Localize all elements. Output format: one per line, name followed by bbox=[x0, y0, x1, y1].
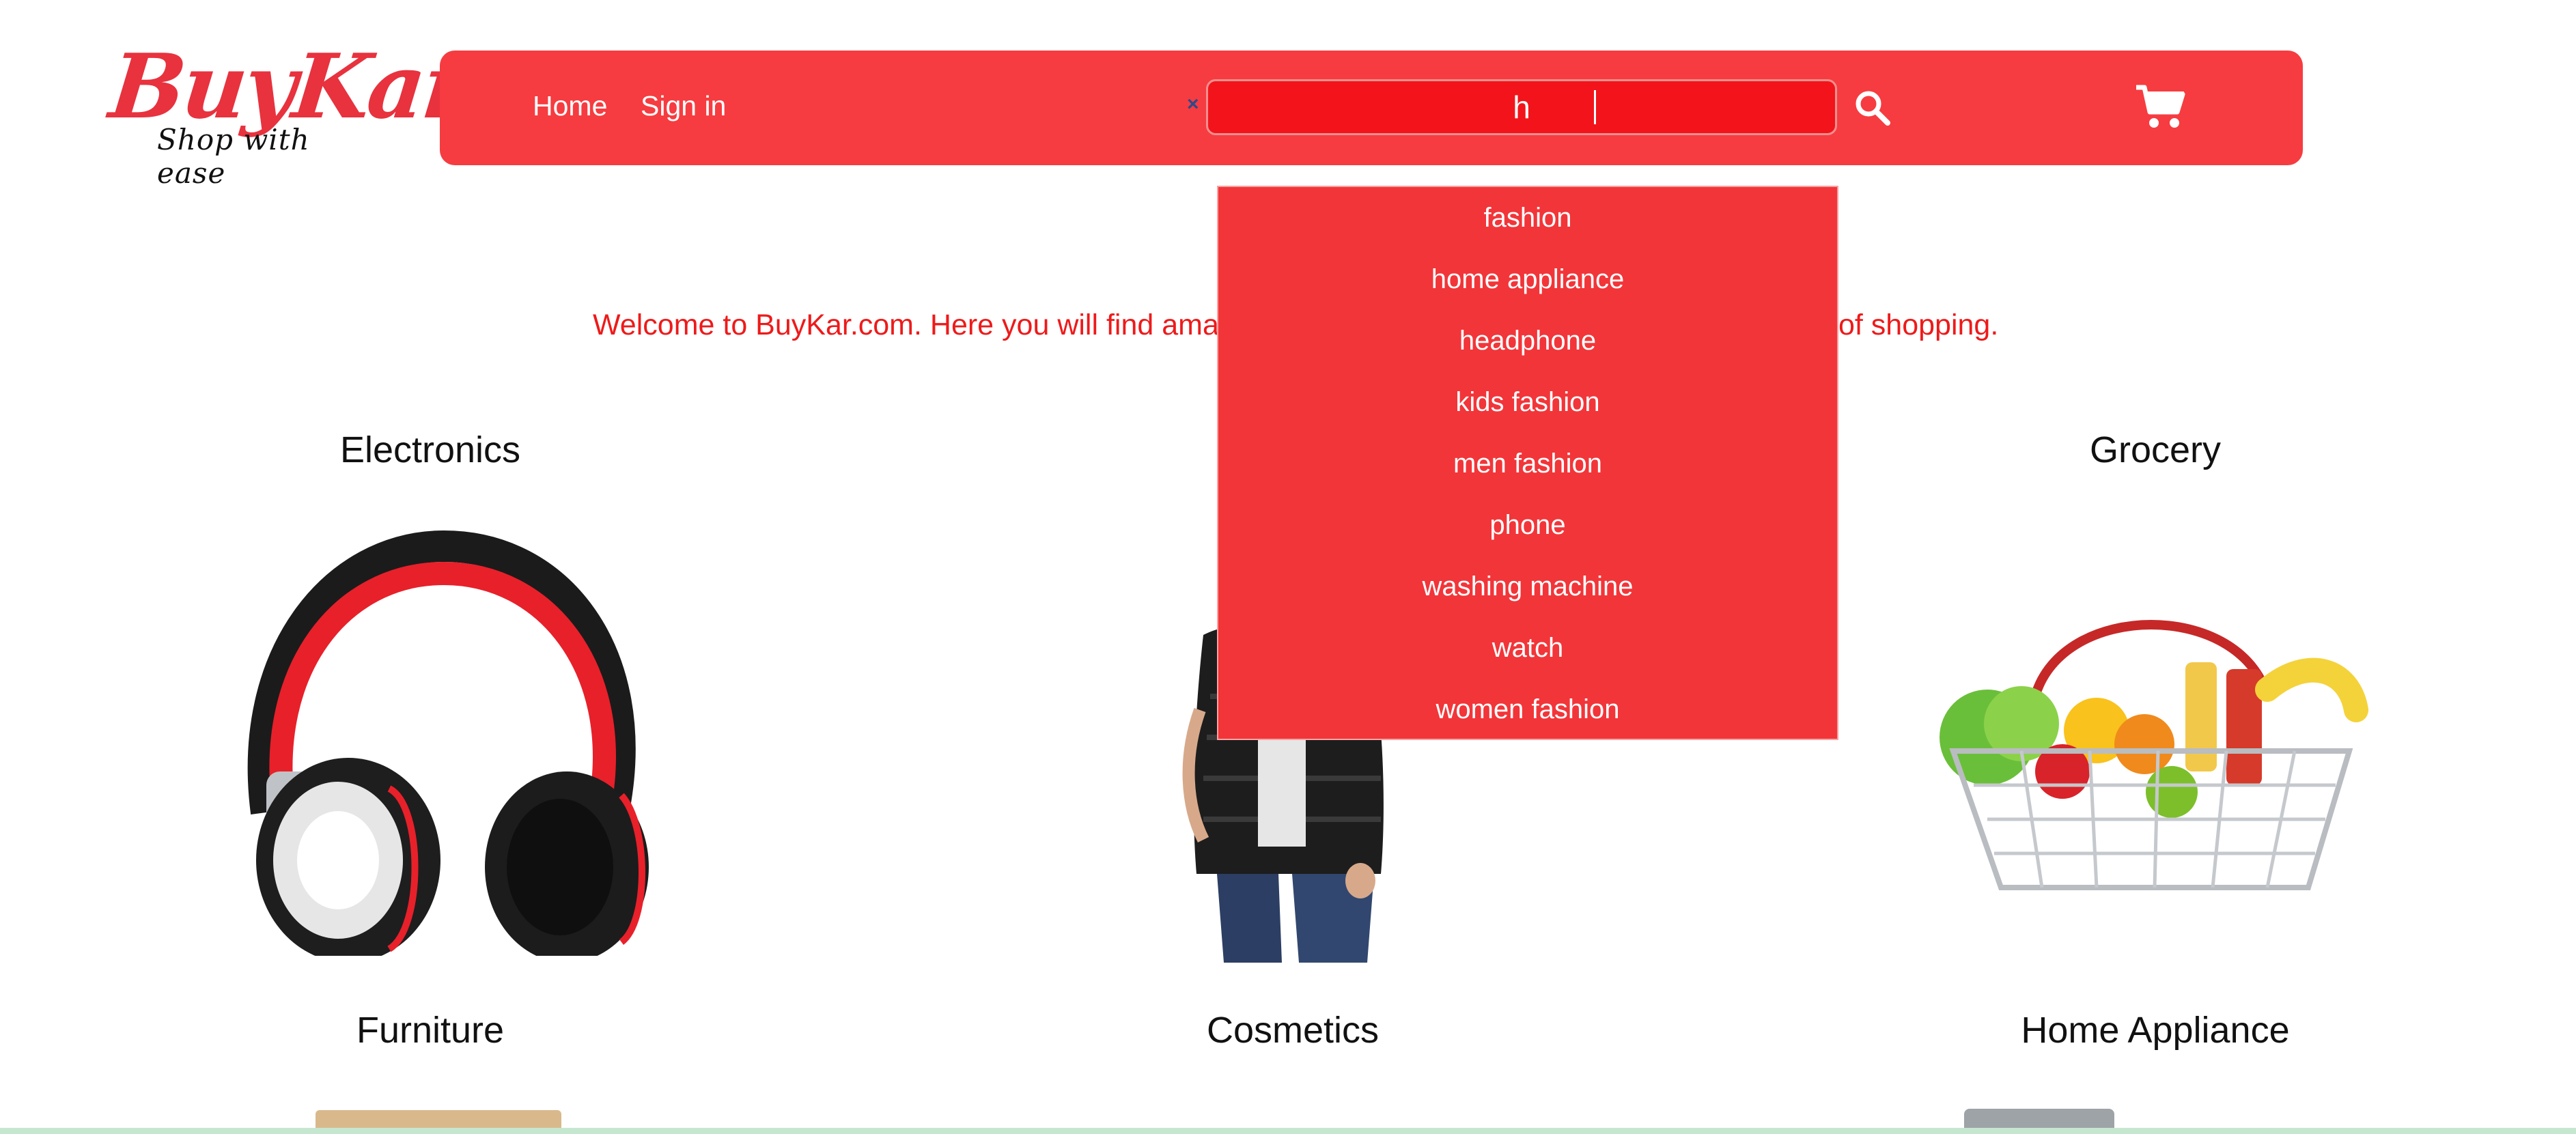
search-clear-button[interactable]: × bbox=[1187, 93, 1199, 116]
suggestion-item[interactable]: home appliance bbox=[1218, 249, 1837, 310]
suggestion-item[interactable]: kids fashion bbox=[1218, 371, 1837, 433]
category-title-furniture[interactable]: Furniture bbox=[225, 1009, 635, 1051]
bottom-status-strip bbox=[0, 1128, 2576, 1134]
category-title-grocery[interactable]: Grocery bbox=[1950, 429, 2360, 471]
text-caret bbox=[1594, 90, 1596, 124]
suggestion-item[interactable]: headphone bbox=[1218, 310, 1837, 371]
search-input[interactable] bbox=[1206, 79, 1837, 135]
site-logo[interactable]: BuyKar Shop with ease bbox=[102, 34, 473, 190]
category-title-electronics[interactable]: Electronics bbox=[225, 429, 635, 471]
suggestion-item[interactable]: women fashion bbox=[1218, 679, 1837, 740]
suggestion-item[interactable]: men fashion bbox=[1218, 433, 1837, 494]
category-title-home-appliance[interactable]: Home Appliance bbox=[1950, 1009, 2360, 1051]
logo-tagline: Shop with ease bbox=[157, 123, 310, 190]
top-navbar: Home Sign in × bbox=[440, 51, 2303, 165]
home-appliance-image[interactable] bbox=[1964, 1109, 2114, 1128]
suggestion-item[interactable]: fashion bbox=[1218, 187, 1837, 249]
headphones-image[interactable] bbox=[219, 519, 669, 956]
search-button[interactable] bbox=[1852, 87, 1893, 128]
grocery-basket-image[interactable] bbox=[1926, 587, 2377, 901]
furniture-image[interactable] bbox=[316, 1110, 561, 1128]
nav-signin-link[interactable]: Sign in bbox=[641, 90, 726, 122]
category-title-cosmetics[interactable]: Cosmetics bbox=[1088, 1009, 1498, 1051]
welcome-message: Welcome to BuyKar.com. Here you will fin… bbox=[593, 309, 1234, 341]
search-box bbox=[1206, 79, 1837, 135]
nav-home-link[interactable]: Home bbox=[533, 90, 607, 122]
search-icon bbox=[1856, 91, 1890, 126]
suggestion-item[interactable]: phone bbox=[1218, 494, 1837, 556]
search-suggestions-dropdown: fashion home appliance headphone kids fa… bbox=[1217, 186, 1838, 740]
cart-icon bbox=[2136, 85, 2185, 128]
suggestion-item[interactable]: watch bbox=[1218, 617, 1837, 679]
suggestion-item[interactable]: washing machine bbox=[1218, 556, 1837, 617]
cart-button[interactable] bbox=[2133, 82, 2188, 131]
welcome-message-end: of shopping. bbox=[1838, 309, 1999, 341]
